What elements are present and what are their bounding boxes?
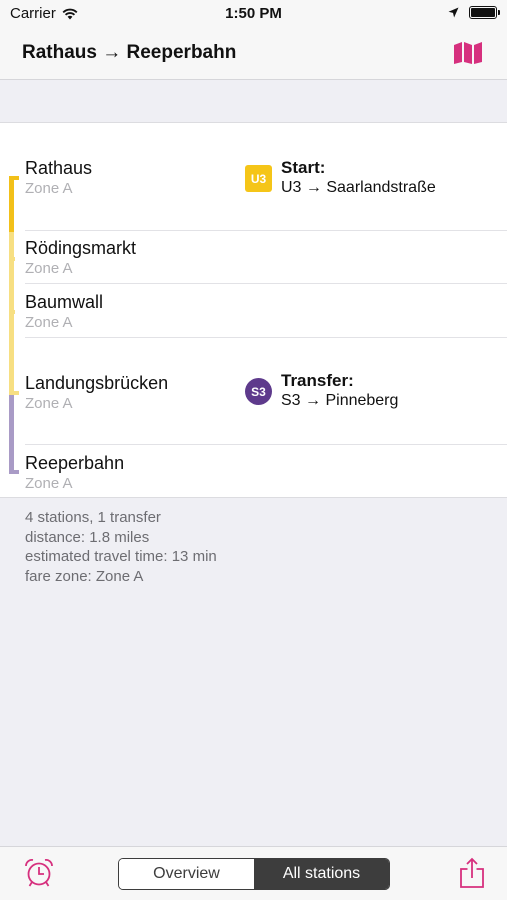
segment-overview[interactable]: Overview — [119, 859, 254, 889]
bottom-toolbar: Overview All stations — [0, 846, 507, 900]
stop-tick — [9, 257, 15, 261]
row-divider — [25, 444, 507, 445]
u3-line-badge: U3 — [245, 165, 272, 192]
leg-title: Transfer: — [281, 371, 354, 390]
station-name: Rödingsmarkt — [25, 238, 137, 258]
s3-line-badge: S3 — [245, 378, 272, 405]
leg-text: Transfer: S3 → Pinneberg — [281, 370, 398, 411]
summary-fare-zone: fare zone: Zone A — [25, 567, 144, 585]
station-row[interactable]: Reeperbahn Zone A — [25, 452, 124, 494]
segment-all-stations[interactable]: All stations — [254, 859, 389, 889]
status-right — [448, 6, 500, 19]
route-summary: 4 stations, 1 transfer distance: 1.8 mil… — [25, 508, 217, 586]
status-time: 1:50 PM — [225, 5, 282, 22]
alarm-clock-icon — [25, 859, 53, 887]
station-name: Landungsbrücken — [25, 373, 169, 393]
station-row[interactable]: Rathaus Zone A — [25, 157, 92, 199]
station-name: Reeperbahn — [25, 453, 125, 473]
u3-line-strong — [9, 176, 14, 232]
route-card: Rathaus Zone A Rödingsmarkt Zone A Baumw… — [0, 122, 507, 498]
stop-tick — [9, 391, 19, 395]
stop-tick — [9, 470, 19, 474]
station-zone: Zone A — [25, 314, 73, 331]
summary-travel-time: estimated travel time: 13 min — [25, 548, 217, 565]
page-title: Rathaus → Reeperbahn — [22, 42, 237, 63]
station-name: Rathaus — [25, 158, 93, 178]
leg-text: Start: U3 → Saarlandstraße — [281, 157, 436, 198]
station-row[interactable]: Baumwall Zone A — [25, 291, 103, 333]
location-arrow-icon — [448, 7, 459, 18]
station-zone: Zone A — [25, 260, 73, 277]
station-row[interactable]: Landungsbrücken Zone A — [25, 372, 168, 414]
status-bar: Carrier 1:50 PM — [0, 0, 507, 28]
map-icon — [454, 42, 482, 64]
alarm-button[interactable] — [24, 858, 54, 888]
row-divider — [25, 230, 507, 231]
summary-distance: distance: 1.8 miles — [25, 528, 150, 546]
station-zone: Zone A — [25, 475, 73, 492]
share-button[interactable] — [459, 857, 485, 889]
leg-direction: U3 → Saarlandstraße — [281, 179, 436, 196]
stop-tick — [9, 310, 15, 314]
row-divider — [25, 283, 507, 284]
leg-title: Start: — [281, 158, 326, 177]
navigation-bar: Rathaus → Reeperbahn — [0, 28, 507, 80]
battery-icon — [469, 6, 500, 19]
s3-line — [9, 392, 14, 474]
station-zone: Zone A — [25, 180, 73, 197]
station-name: Baumwall — [25, 292, 104, 312]
station-zone: Zone A — [25, 395, 73, 412]
row-divider — [25, 337, 507, 338]
share-icon — [460, 857, 484, 888]
station-row[interactable]: Rödingsmarkt Zone A — [25, 237, 136, 279]
view-segmented-control: Overview All stations — [118, 858, 390, 890]
summary-stations: 4 stations, 1 transfer — [25, 509, 161, 526]
map-button[interactable] — [451, 39, 485, 67]
stop-tick — [9, 176, 19, 180]
leg-direction: S3 → Pinneberg — [281, 392, 399, 409]
